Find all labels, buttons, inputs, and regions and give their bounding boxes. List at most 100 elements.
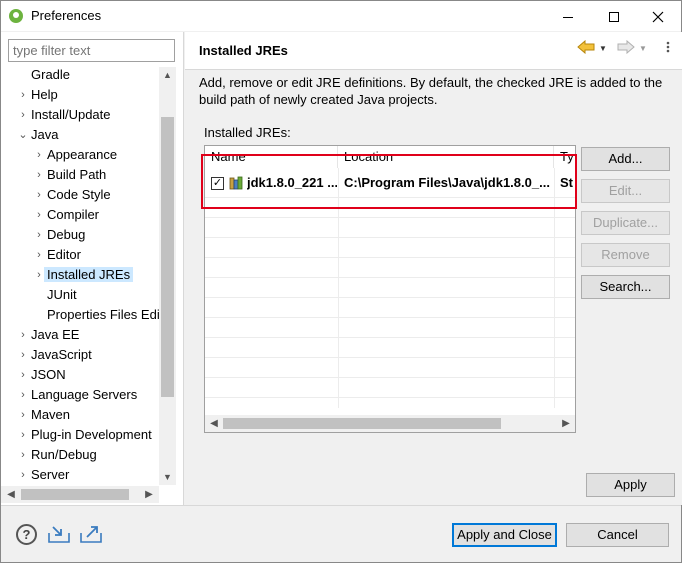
tree-item-help[interactable]: › Help <box>21 85 58 105</box>
tree-item-compiler[interactable]: › Compiler <box>37 205 99 225</box>
column-header-location[interactable]: Location <box>338 146 554 168</box>
apply-and-close-button[interactable]: Apply and Close <box>452 523 557 547</box>
chevron-right-icon[interactable]: › <box>17 365 29 385</box>
jre-type-cell: St <box>560 175 573 190</box>
tree-item-run-debug[interactable]: › Run/Debug <box>21 445 97 465</box>
tree-item-server[interactable]: › Server <box>21 465 69 485</box>
window-title: Preferences <box>31 8 102 23</box>
page-title: Installed JREs <box>199 43 288 58</box>
tree-item-java[interactable]: ⌄ Java <box>18 125 58 145</box>
tree-item-language-servers[interactable]: › Language Servers <box>21 385 138 405</box>
tree-item-label: JavaScript <box>31 347 92 362</box>
table-row <box>205 338 575 358</box>
tree-item-maven[interactable]: › Maven <box>21 405 70 425</box>
tree-item-label: Build Path <box>47 167 107 182</box>
chevron-down-icon[interactable]: ▼ <box>599 44 607 53</box>
scroll-left-icon[interactable]: ◀ <box>207 415 221 432</box>
tree-vertical-scrollbar[interactable]: ▲ ▼ <box>159 67 176 485</box>
table-row <box>205 298 575 318</box>
scroll-up-icon[interactable]: ▲ <box>159 67 176 83</box>
scroll-right-icon[interactable]: ▶ <box>559 415 573 432</box>
chevron-right-icon[interactable]: › <box>33 185 45 205</box>
tree-item-label: Properties Files Edit <box>47 307 159 322</box>
tree-item-label: Debug <box>47 227 86 242</box>
back-arrow-icon[interactable] <box>577 40 595 54</box>
tree-item-java-ee[interactable]: › Java EE <box>21 325 79 345</box>
filter-input[interactable] <box>8 39 175 62</box>
tree-item-appearance[interactable]: › Appearance <box>37 145 117 165</box>
scroll-down-icon[interactable]: ▼ <box>159 469 176 485</box>
tree-item-label: Plug-in Development <box>31 427 152 442</box>
column-header-type[interactable]: Ty <box>554 146 575 168</box>
scroll-thumb[interactable] <box>161 117 174 397</box>
table-row <box>205 378 575 398</box>
column-header-name[interactable]: Name <box>205 146 338 168</box>
jre-default-checkbox[interactable]: ✓ <box>211 177 224 190</box>
forward-arrow-icon[interactable] <box>617 40 635 54</box>
view-menu-icon[interactable] <box>663 41 673 53</box>
jre-library-icon <box>229 176 243 190</box>
chevron-right-icon[interactable]: › <box>33 205 45 225</box>
close-icon <box>652 11 664 23</box>
import-icon[interactable] <box>47 524 71 544</box>
preference-tree-panel: Gradle ›Help ›Install/Update ⌄Java ›Appe… <box>1 32 184 505</box>
search-button[interactable]: Search... <box>581 275 670 299</box>
preference-tree: Gradle › Help › Install/Update ⌄ Java › Appe… <box>1 65 159 485</box>
maximize-button[interactable] <box>591 1 637 31</box>
chevron-down-icon[interactable]: ⌄ <box>17 125 29 145</box>
chevron-right-icon[interactable]: › <box>33 145 45 165</box>
tree-item-installed-jres[interactable]: › Installed JREs <box>37 265 134 285</box>
cancel-button[interactable]: Cancel <box>566 523 669 547</box>
chevron-right-icon[interactable]: › <box>17 325 29 345</box>
chevron-right-icon[interactable]: › <box>33 165 45 185</box>
scroll-left-icon[interactable]: ◀ <box>3 486 19 503</box>
tree-item-gradle[interactable]: Gradle <box>31 65 70 85</box>
chevron-right-icon[interactable]: › <box>33 225 45 245</box>
tree-item-editor[interactable]: › Editor <box>37 245 81 265</box>
table-row <box>205 238 575 258</box>
chevron-right-icon[interactable]: › <box>17 345 29 365</box>
edit-button[interactable]: Edit... <box>581 179 670 203</box>
tree-item-junit[interactable]: JUnit <box>47 285 77 305</box>
chevron-right-icon[interactable]: › <box>17 425 29 445</box>
chevron-right-icon[interactable]: › <box>17 105 29 125</box>
tree-item-properties-files-editor[interactable]: Properties Files Edit <box>47 305 159 325</box>
help-icon[interactable]: ? <box>16 524 37 545</box>
chevron-right-icon[interactable]: › <box>33 265 45 285</box>
spring-icon <box>9 9 23 23</box>
tree-item-debug[interactable]: › Debug <box>37 225 86 245</box>
tree-item-json[interactable]: › JSON <box>21 365 66 385</box>
table-row <box>205 278 575 298</box>
chevron-right-icon[interactable]: › <box>17 85 29 105</box>
remove-button[interactable]: Remove <box>581 243 670 267</box>
chevron-right-icon[interactable]: › <box>17 465 29 485</box>
chevron-right-icon[interactable]: › <box>17 385 29 405</box>
chevron-right-icon[interactable]: › <box>33 245 45 265</box>
page-header: Installed JREs ▼ ▼ <box>185 32 682 70</box>
export-icon[interactable] <box>79 524 103 544</box>
jre-name-cell: jdk1.8.0_221 ... <box>247 175 337 190</box>
tree-item-code-style[interactable]: › Code Style <box>37 185 110 205</box>
table-row <box>205 358 575 378</box>
minimize-button[interactable] <box>545 1 591 31</box>
scroll-thumb[interactable] <box>223 418 501 429</box>
apply-button[interactable]: Apply <box>586 473 675 497</box>
duplicate-button[interactable]: Duplicate... <box>581 211 670 235</box>
scroll-right-icon[interactable]: ▶ <box>141 486 157 503</box>
close-button[interactable] <box>635 1 681 31</box>
tree-item-javascript[interactable]: › JavaScript <box>21 345 92 365</box>
add-button[interactable]: Add... <box>581 147 670 171</box>
tree-item-label: Run/Debug <box>31 447 97 462</box>
tree-item-plugin-development[interactable]: › Plug-in Development <box>21 425 152 445</box>
tree-item-label: Language Servers <box>31 387 138 402</box>
chevron-down-icon[interactable]: ▼ <box>639 44 647 53</box>
tree-item-build-path[interactable]: › Build Path <box>37 165 107 185</box>
tree-item-install-update[interactable]: › Install/Update <box>21 105 111 125</box>
installed-jres-table[interactable]: Name Location Ty ✓ jdk1.8.0_221 ... C:\P… <box>204 145 576 433</box>
table-horizontal-scrollbar[interactable]: ◀ ▶ <box>205 415 575 432</box>
chevron-right-icon[interactable]: › <box>17 405 29 425</box>
tree-item-label: Install/Update <box>31 107 111 122</box>
scroll-thumb[interactable] <box>21 489 129 500</box>
chevron-right-icon[interactable]: › <box>17 445 29 465</box>
tree-horizontal-scrollbar[interactable]: ◀ ▶ <box>1 486 159 503</box>
